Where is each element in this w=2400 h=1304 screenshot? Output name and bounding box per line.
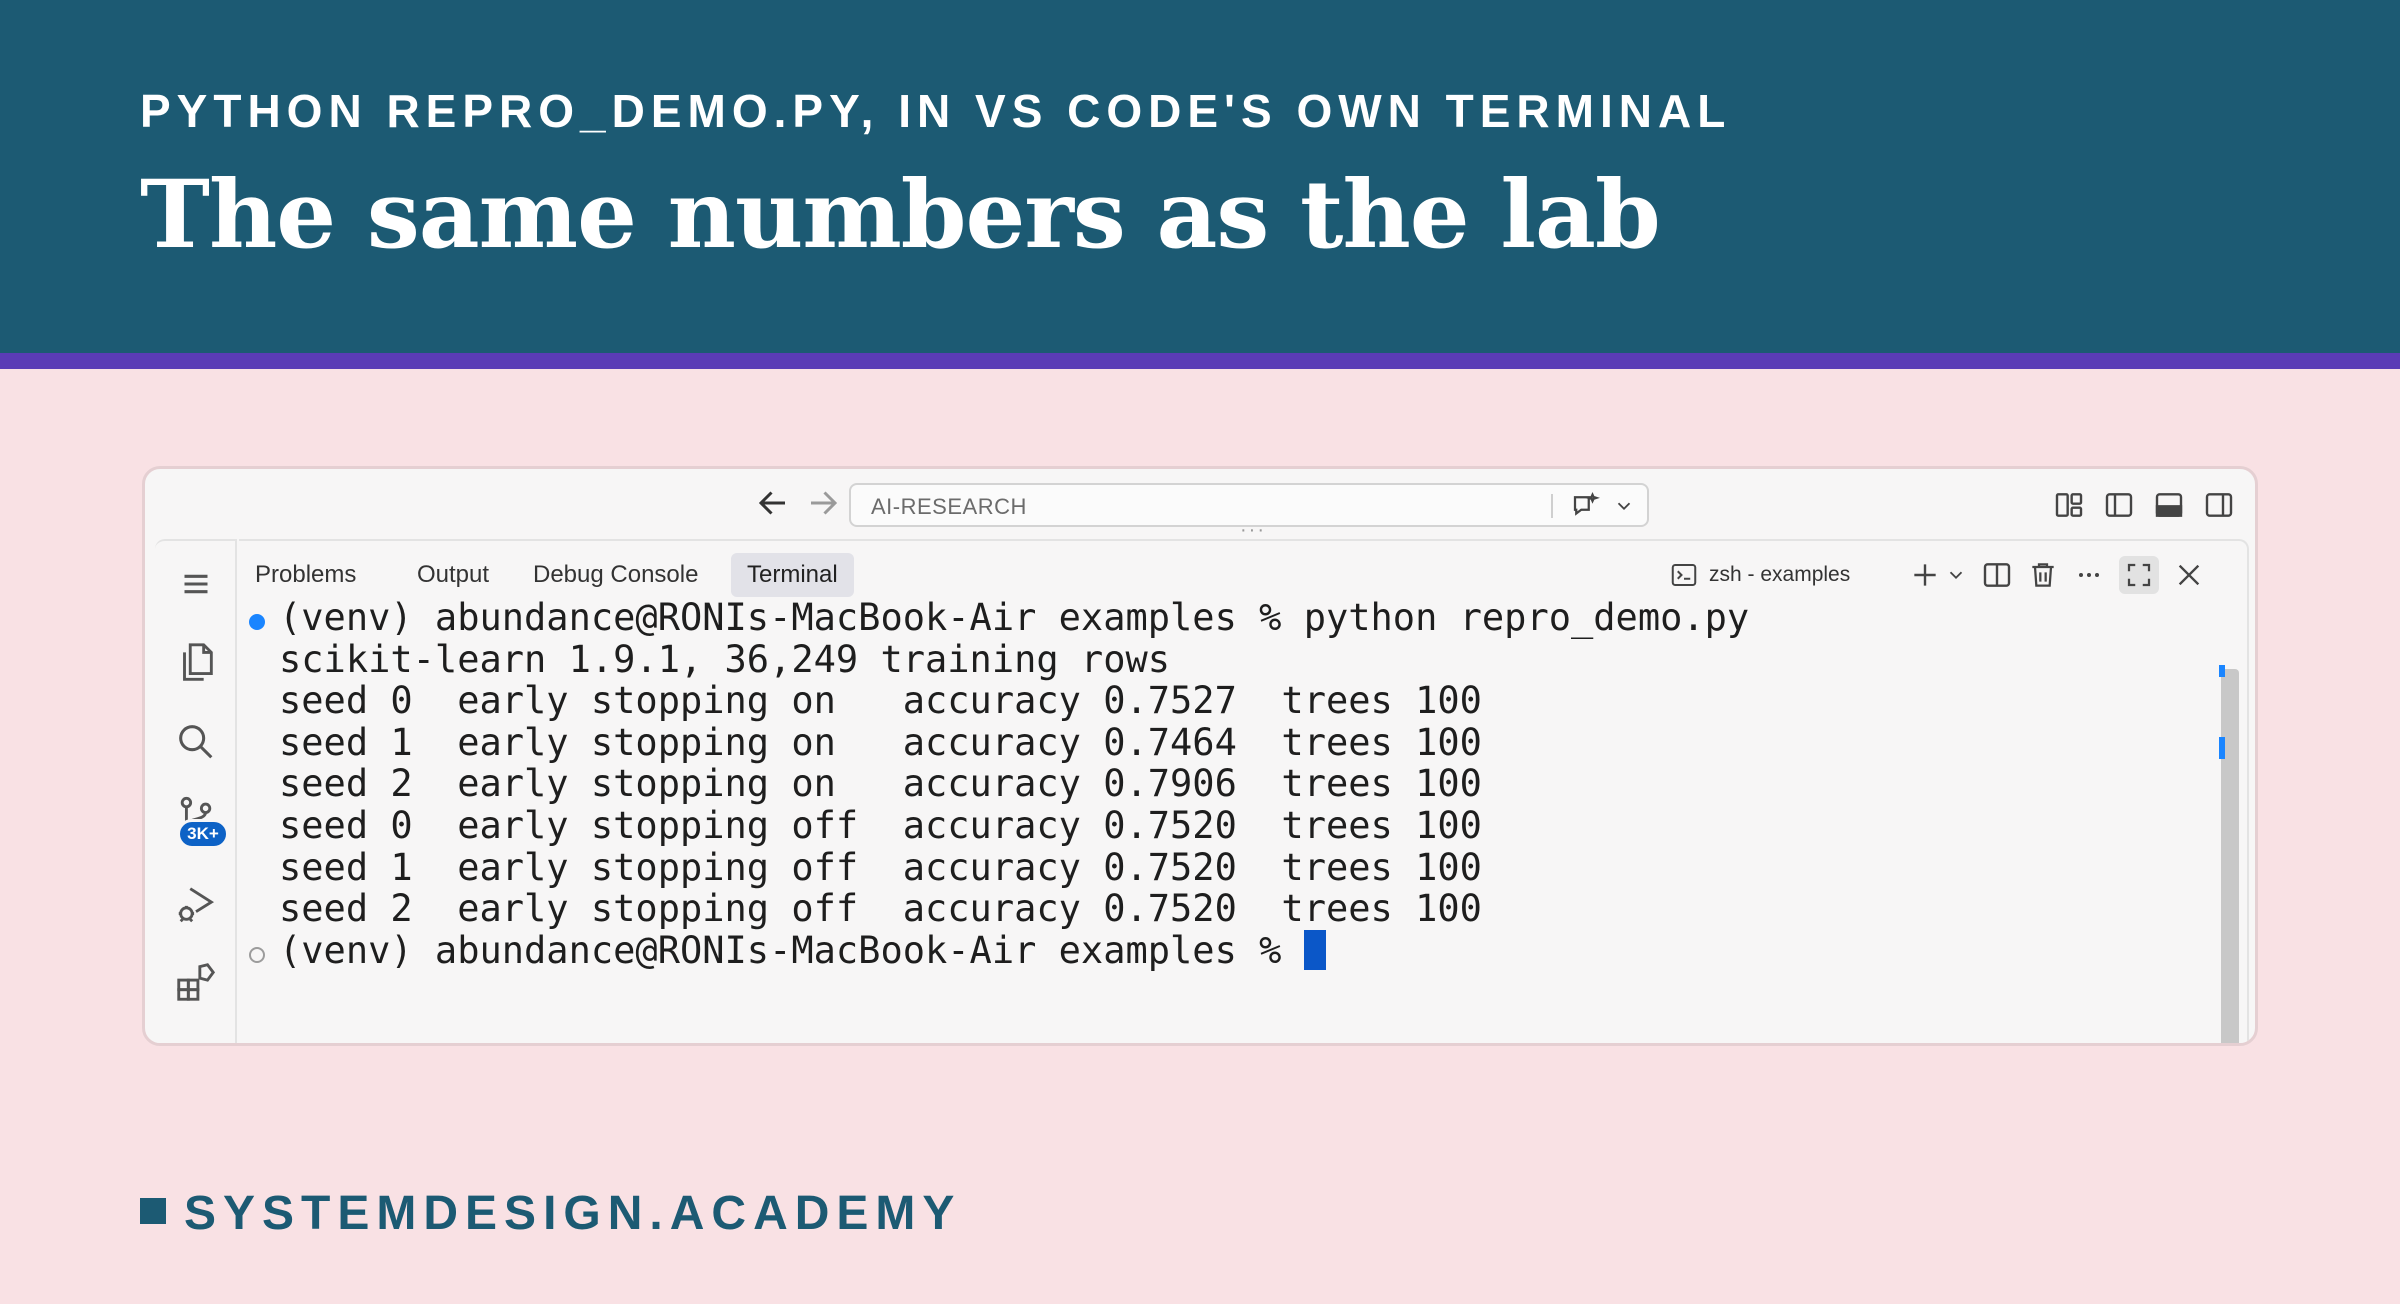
arrow-left-icon[interactable]	[755, 485, 791, 521]
new-terminal-icon[interactable]	[1909, 559, 1941, 591]
terminal-prompt: (venv) abundance@RONIs-MacBook-Air examp…	[279, 928, 1304, 972]
tab-terminal[interactable]: Terminal	[731, 553, 854, 597]
kicker: PYTHON REPRO_DEMO.PY, IN VS CODE'S OWN T…	[140, 85, 1732, 137]
activity-bar: 3K+	[155, 539, 237, 1043]
terminal-line: (venv) abundance@RONIs-MacBook-Air examp…	[279, 596, 1750, 639]
more-icon[interactable]	[2073, 559, 2105, 591]
explorer-icon[interactable]	[173, 639, 219, 685]
vscode-window: AI-RESEARCH ··· 3K+ Problems Output Debu…	[142, 466, 2258, 1046]
terminal-selector[interactable]: zsh - examples	[1669, 557, 1850, 593]
maximize-panel-icon[interactable]	[2119, 556, 2159, 594]
command-success-decoration[interactable]	[249, 614, 265, 630]
terminal-cursor	[1303, 929, 1326, 970]
scrollbar-marker	[2219, 665, 2225, 677]
trash-icon[interactable]	[2027, 559, 2059, 591]
source-control-badge: 3K+	[177, 819, 229, 849]
terminal-line: seed 1 early stopping off accuracy 0.752…	[279, 845, 1482, 889]
terminal-line: scikit-learn 1.9.1, 36,249 training rows	[279, 637, 1171, 681]
header-stripe	[0, 353, 2400, 369]
tab-output[interactable]: Output	[401, 553, 505, 597]
split-terminal-icon[interactable]	[1981, 559, 2013, 591]
terminal-line: seed 0 early stopping off accuracy 0.752…	[279, 804, 1482, 847]
command-center-divider	[1551, 494, 1553, 518]
search-icon[interactable]	[173, 719, 219, 765]
terminal-output[interactable]: (venv) abundance@RONIs-MacBook-Air examp…	[239, 596, 2199, 1043]
terminal-line: seed 2 early stopping off accuracy 0.752…	[279, 887, 1482, 931]
command-center-label: AI-RESEARCH	[871, 494, 1027, 519]
chat-sparkle-icon[interactable]	[1569, 491, 1601, 521]
terminal-prompt-line: (venv) abundance@RONIs-MacBook-Air examp…	[279, 928, 1326, 972]
close-icon[interactable]	[2173, 559, 2205, 591]
tab-problems[interactable]: Problems	[239, 553, 372, 597]
terminal-name: zsh - examples	[1709, 563, 1851, 586]
terminal-line: seed 2 early stopping on accuracy 0.7906…	[279, 762, 1482, 806]
customize-layout-icon[interactable]	[2053, 489, 2085, 521]
page-title: The same numbers as the lab	[140, 160, 1661, 270]
brand-square	[140, 1198, 166, 1224]
scrollbar-marker	[2219, 737, 2225, 759]
extensions-icon[interactable]	[173, 959, 219, 1005]
title-bar: AI-RESEARCH ···	[145, 469, 2255, 540]
terminal-line: seed 1 early stopping on accuracy 0.7464…	[279, 720, 1482, 764]
toggle-secondary-sidebar-icon[interactable]	[2203, 489, 2235, 521]
toggle-panel-icon[interactable]	[2153, 489, 2185, 521]
menu-icon[interactable]	[173, 561, 219, 607]
chevron-down-icon[interactable]	[1945, 559, 1967, 591]
layout-controls	[2053, 489, 2235, 523]
arrow-right-icon[interactable]	[805, 485, 841, 521]
toggle-sidebar-icon[interactable]	[2103, 489, 2135, 521]
terminal-line: seed 0 early stopping on accuracy 0.7527…	[279, 679, 1482, 723]
run-debug-icon[interactable]	[173, 881, 219, 927]
command-pending-decoration[interactable]	[249, 947, 265, 963]
chevron-down-icon[interactable]	[1613, 495, 1635, 517]
terminal-icon	[1671, 564, 1697, 586]
tab-debug-console[interactable]: Debug Console	[517, 553, 714, 597]
panel-tabs: Problems Output Debug Console Terminal z…	[239, 541, 2247, 597]
brand-name: SYSTEMDESIGN.ACADEMY	[184, 1187, 962, 1240]
panel-actions	[1909, 556, 2205, 594]
header-banner: PYTHON REPRO_DEMO.PY, IN VS CODE'S OWN T…	[0, 0, 2400, 353]
panel-sash-handle[interactable]: ···	[1233, 520, 1273, 540]
bottom-panel: Problems Output Debug Console Terminal z…	[239, 539, 2249, 1043]
terminal-scrollbar[interactable]	[2221, 669, 2239, 1043]
